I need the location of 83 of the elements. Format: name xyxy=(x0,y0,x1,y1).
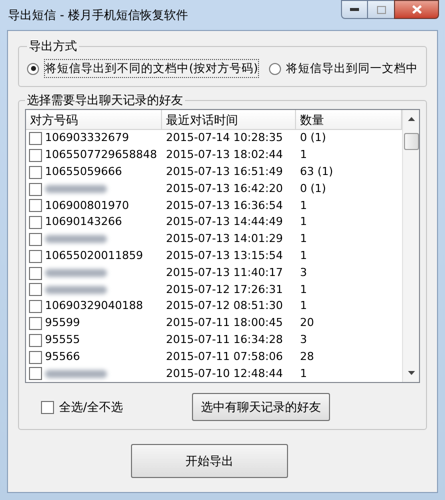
checkbox[interactable] xyxy=(29,300,42,314)
table-cell-text: 2015-07-14 10:28:35 xyxy=(165,130,284,146)
table-cell-text: 3 xyxy=(299,332,308,348)
group-title: 导出方式 xyxy=(28,38,78,55)
radio-label: 将短信导出到不同的文档中(按对方号码) xyxy=(44,59,259,78)
table-cell-text: 28 xyxy=(299,348,315,365)
table-cell-text: 2015-07-13 16:42:20 xyxy=(165,180,284,197)
blurred-number xyxy=(45,185,107,194)
checkbox[interactable] xyxy=(29,266,42,280)
blurred-number xyxy=(45,286,107,294)
table-cell-text: 1065507729658848 xyxy=(45,147,157,164)
checkbox[interactable] xyxy=(29,250,42,263)
table-cell-text: 2015-07-13 11:40:17 xyxy=(165,264,284,281)
checkbox[interactable] xyxy=(29,283,42,296)
table-cell-text: 106900801970 xyxy=(45,198,129,214)
table-cell-text: 0 (1) xyxy=(299,130,328,146)
maximize-icon xyxy=(376,6,386,14)
table-cell-text: 2015-07-10 12:48:44 xyxy=(165,366,284,382)
table-cell-text: 0 (1) xyxy=(299,180,328,197)
table-cell-text: 1 xyxy=(299,366,308,382)
start-export-button[interactable]: 开始导出 xyxy=(131,444,288,478)
table-cell-text: 20 xyxy=(299,315,315,332)
group-title: 选择需要导出聊天记录的好友 xyxy=(26,92,184,110)
checkbox[interactable] xyxy=(29,166,42,179)
blurred-number xyxy=(45,235,107,244)
table-cell-text: 2015-07-11 18:00:45 xyxy=(165,315,284,332)
select-friends-button[interactable]: 选中有聊天记录的好友 xyxy=(192,393,330,422)
window-title: 导出短信 - 楼月手机短信恢复软件 xyxy=(8,7,188,24)
table-cell-text: 10690143266 xyxy=(45,214,122,230)
table-cell-text: 95555 xyxy=(45,332,80,348)
table-cell-text: 63 (1) xyxy=(299,164,334,180)
minimize-icon xyxy=(350,8,359,11)
table-cell-text: 106903332679 xyxy=(45,130,129,146)
scrollbar[interactable] xyxy=(402,110,419,382)
checkbox[interactable] xyxy=(29,367,42,380)
radio-button[interactable] xyxy=(269,62,281,75)
table-cell-text: 1 xyxy=(299,298,308,314)
scroll-down-icon xyxy=(408,371,414,376)
table-cell-text: 10655020011859 xyxy=(45,248,143,264)
table-cell-text: 2015-07-13 16:36:54 xyxy=(165,198,284,214)
checkbox[interactable] xyxy=(29,232,42,246)
table-cell-text: 2015-07-13 16:51:49 xyxy=(165,164,284,180)
column-header[interactable]: 对方号码 xyxy=(26,110,162,130)
radio-label: 将短信导出到同一文档中 xyxy=(286,60,418,77)
column-header[interactable]: 最近对话时间 xyxy=(162,110,296,130)
table-cell-text: 2015-07-11 16:34:28 xyxy=(165,332,284,348)
table-cell-text: 2015-07-12 17:26:31 xyxy=(165,282,284,298)
table-cell-text: 1 xyxy=(299,248,308,264)
blurred-number xyxy=(45,269,107,278)
table-cell-text: 95566 xyxy=(45,348,80,365)
checkbox[interactable] xyxy=(29,132,42,146)
table-cell-text: 2015-07-12 08:51:30 xyxy=(165,298,284,314)
table-cell-text: 2015-07-13 18:02:44 xyxy=(165,147,284,164)
checkbox-label: 全选/全不选 xyxy=(59,399,124,416)
scroll-up-icon xyxy=(408,117,414,122)
checkbox[interactable] xyxy=(29,148,42,162)
column-header[interactable]: 数量 xyxy=(296,110,402,130)
checkbox[interactable] xyxy=(29,199,42,212)
minimize-button[interactable] xyxy=(341,0,368,19)
table-cell-text: 1 xyxy=(299,214,308,230)
close-icon xyxy=(412,5,422,14)
table-cell-text: 1 xyxy=(299,198,308,214)
scroll-thumb[interactable] xyxy=(404,133,418,150)
checkbox[interactable] xyxy=(29,350,42,364)
table-cell-text: 1 xyxy=(299,231,308,248)
table-cell-text: 10655059666 xyxy=(45,164,122,180)
blurred-number xyxy=(45,370,107,378)
checkbox[interactable] xyxy=(29,334,42,347)
checkbox[interactable] xyxy=(41,400,54,414)
checkbox[interactable] xyxy=(29,182,42,196)
table-cell-text: 2015-07-13 14:44:49 xyxy=(165,214,284,230)
table-cell-text: 3 xyxy=(299,264,308,281)
table-cell-text: 95599 xyxy=(45,315,80,332)
table-cell-text: 2015-07-11 07:58:06 xyxy=(165,348,284,365)
table-cell-text: 10690329040188 xyxy=(45,298,143,314)
checkbox[interactable] xyxy=(29,316,42,330)
table-cell-text: 1 xyxy=(299,282,308,298)
checkbox[interactable] xyxy=(29,216,42,230)
close-button[interactable] xyxy=(394,0,439,19)
radio-button[interactable] xyxy=(27,62,39,75)
table-cell-text: 2015-07-13 14:01:29 xyxy=(165,231,284,248)
table-cell-text: 1 xyxy=(299,147,308,164)
table-cell-text: 2015-07-13 13:15:54 xyxy=(165,248,284,264)
